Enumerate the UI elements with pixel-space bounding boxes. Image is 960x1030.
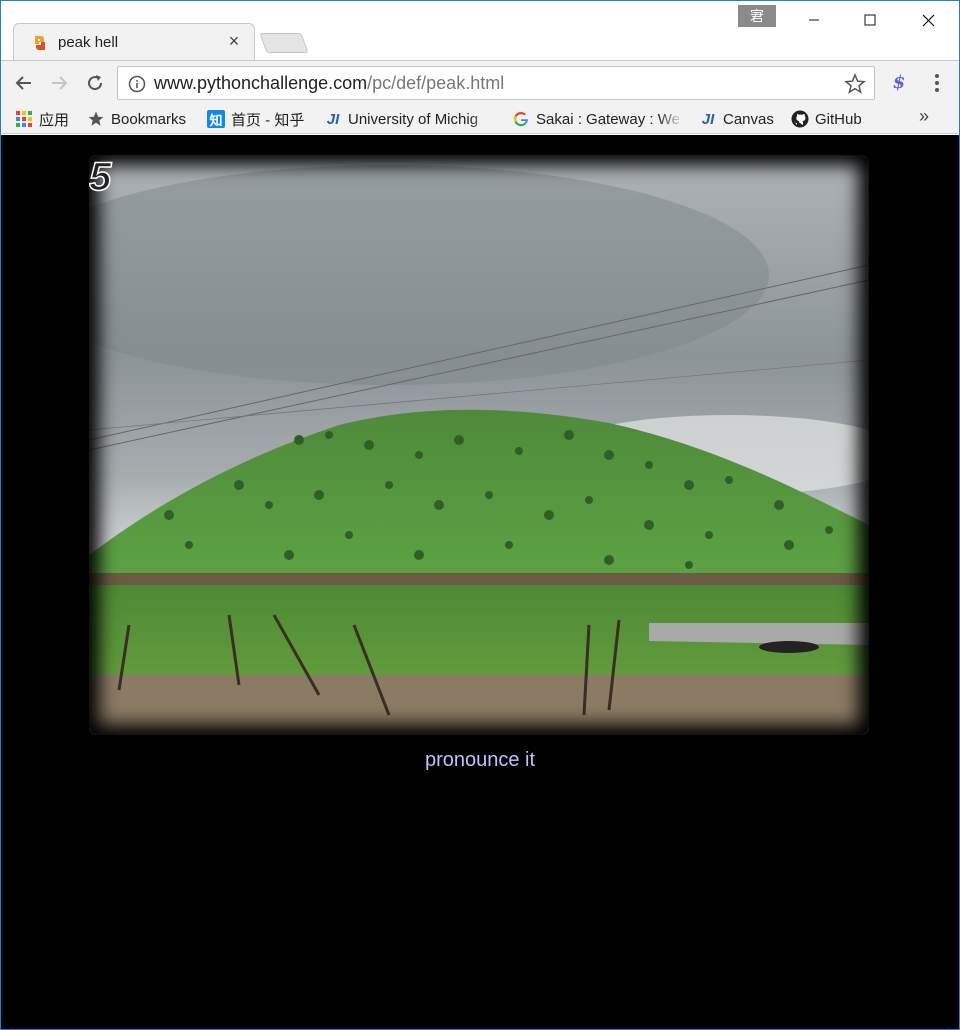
zhihu-icon: 知 bbox=[207, 110, 225, 128]
reload-icon[interactable] bbox=[81, 69, 109, 97]
bookmark-label: University of Michig bbox=[348, 110, 479, 128]
apps-grid-icon bbox=[15, 110, 33, 128]
bookmark-label: 应用 bbox=[39, 111, 70, 129]
page-content: 5 pronounce it bbox=[1, 135, 959, 1029]
forward-arrow-icon[interactable] bbox=[45, 69, 73, 97]
close-icon[interactable] bbox=[905, 5, 951, 35]
bookmark-zhihu[interactable]: 知 首页 - 知乎 bbox=[207, 108, 304, 130]
maximize-icon[interactable] bbox=[847, 5, 893, 35]
ji-icon: JI bbox=[701, 110, 715, 128]
info-icon[interactable] bbox=[128, 75, 146, 93]
bookmark-star-icon[interactable] bbox=[844, 73, 866, 95]
bookmarks-bar: 应用 Bookmarks 知 首页 - 知乎 JI University of … bbox=[1, 104, 959, 134]
tab-title: peak hell bbox=[58, 34, 119, 51]
ime-indicator[interactable]: 宭 bbox=[738, 5, 776, 27]
google-icon bbox=[512, 110, 530, 128]
bookmark-umich[interactable]: JI University of Michig bbox=[324, 108, 496, 130]
bookmark-label: GitHub bbox=[815, 110, 862, 128]
bookmark-label: Bookmarks bbox=[111, 110, 187, 128]
level-number: 5 bbox=[89, 155, 112, 200]
url-text[interactable]: www.pythonchallenge.com/pc/def/peak.html bbox=[154, 73, 504, 94]
minimize-icon[interactable] bbox=[791, 5, 837, 35]
tab-peak-hell[interactable]: peak hell × bbox=[13, 23, 255, 61]
bookmark-label: 首页 - 知乎 bbox=[231, 111, 305, 129]
browser-window: peak hell × 宭 www.pythonchallenge.com/pc… bbox=[0, 0, 960, 1030]
back-arrow-icon[interactable] bbox=[10, 69, 38, 97]
extension-icon[interactable]: $ bbox=[887, 71, 911, 95]
bookmark-folder[interactable]: Bookmarks bbox=[87, 108, 186, 130]
bookmark-canvas[interactable]: JI Canvas bbox=[699, 108, 774, 130]
ji-icon: JI bbox=[326, 110, 340, 128]
address-bar[interactable]: www.pythonchallenge.com/pc/def/peak.html bbox=[117, 66, 875, 100]
bookmarks-overflow-icon[interactable]: » bbox=[919, 106, 929, 127]
tab-strip: peak hell × 宭 bbox=[1, 1, 959, 61]
pronounce-it-link[interactable]: pronounce it bbox=[1, 749, 959, 772]
url-host: www.pythonchallenge.com bbox=[154, 73, 368, 93]
bookmark-apps[interactable]: 应用 bbox=[15, 108, 69, 130]
browser-toolbar: www.pythonchallenge.com/pc/def/peak.html… bbox=[1, 60, 959, 104]
star-icon bbox=[87, 110, 105, 128]
browser-menu-icon[interactable] bbox=[925, 71, 949, 95]
bookmark-label: Canvas bbox=[723, 110, 774, 128]
url-path: /pc/def/peak.html bbox=[367, 73, 505, 93]
python-favicon-icon bbox=[32, 35, 48, 51]
bookmark-sakai[interactable]: Sakai : Gateway : We bbox=[512, 108, 684, 130]
peak-hill-photo[interactable]: 5 bbox=[89, 155, 869, 735]
bookmark-label: Sakai : Gateway : We bbox=[536, 110, 680, 128]
github-icon bbox=[791, 110, 809, 128]
tab-close-icon[interactable]: × bbox=[224, 31, 244, 51]
bookmark-github[interactable]: GitHub bbox=[791, 108, 862, 130]
new-tab-button[interactable] bbox=[259, 33, 309, 53]
